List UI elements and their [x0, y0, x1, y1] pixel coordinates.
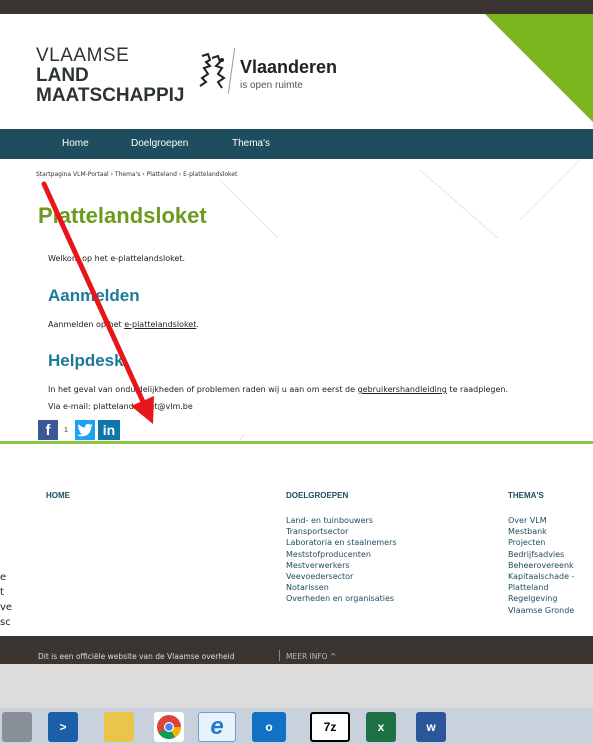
background-window-text: e t ve sc	[0, 572, 13, 628]
word-icon[interactable]: w	[416, 712, 446, 742]
computer-icon[interactable]	[2, 712, 32, 742]
vlm-logo[interactable]: VLAAMSE LAND MAATSCHAPPIJ	[36, 46, 185, 106]
footer-link[interactable]: Over VLM	[508, 515, 574, 526]
footer-link[interactable]: Vlaamse Gronde	[508, 605, 574, 616]
footer-link[interactable]: Meststofproducenten	[286, 549, 397, 560]
footer-themas-list: Over VLM Mestbank Projecten Bedrijfsadvi…	[508, 515, 574, 616]
aanmelden-text: Aanmelden op het e-plattelandsloket.	[48, 320, 199, 329]
footer-link[interactable]: Bedrijfsadvies	[508, 549, 574, 560]
top-bar	[0, 0, 593, 14]
windows-taskbar: > e o 7z x w	[0, 708, 593, 744]
helpdesk-text: In het geval van onduidelijkheden of pro…	[48, 385, 509, 394]
nav-home[interactable]: Home	[62, 138, 89, 149]
aanmelden-heading: Aanmelden	[48, 286, 140, 305]
footer-link[interactable]: Veevoedersector	[286, 571, 397, 582]
footer-link[interactable]: Mestverwerkers	[286, 560, 397, 571]
linkedin-icon[interactable]: in	[98, 420, 120, 440]
footer-link[interactable]: Mestbank	[508, 526, 574, 537]
main-content: Welkom op het e-plattelandsloket. Aanmel…	[38, 238, 593, 434]
intro-text: Welkom op het e-plattelandsloket.	[48, 254, 186, 263]
footer-themas-heading[interactable]: THEMA'S	[508, 491, 544, 500]
official-bar: Dit is een officiële website van de Vlaa…	[0, 636, 593, 664]
file-explorer-icon[interactable]	[104, 712, 134, 742]
green-corner-decoration	[485, 14, 593, 122]
footer-link[interactable]: Notarissen	[286, 582, 397, 593]
vlaanderen-brand[interactable]: Vlaanderen	[240, 57, 337, 78]
internet-explorer-icon[interactable]: e	[198, 712, 236, 742]
facebook-count: 1	[64, 426, 68, 434]
gebruikershandleiding-link[interactable]: gebruikershandleiding	[358, 385, 447, 394]
7zip-icon[interactable]: 7z	[310, 712, 350, 742]
browser-status-area	[0, 664, 593, 708]
footer-doelgroepen-heading[interactable]: DOELGROEPEN	[286, 491, 348, 500]
powershell-icon[interactable]: >	[48, 712, 78, 742]
twitter-icon[interactable]	[75, 420, 95, 440]
footer-link[interactable]: Land- en tuinbouwers	[286, 515, 397, 526]
page-title: Plattelandsloket	[38, 203, 207, 228]
footer-doelgroepen-list: Land- en tuinbouwers Transportsector Lab…	[286, 515, 397, 605]
footer-link[interactable]: Regelgeving	[508, 593, 574, 604]
e-plattelandsloket-link[interactable]: e-plattelandsloket	[124, 320, 196, 329]
breadcrumb[interactable]: Startpagina VLM-Portaal › Thema's › Plat…	[36, 171, 237, 178]
excel-icon[interactable]: x	[366, 712, 396, 742]
logo-line3: MAATSCHAPPIJ	[36, 85, 185, 106]
flemish-lion-icon	[199, 52, 226, 89]
footer-link[interactable]: Kapitaalschade -	[508, 571, 574, 582]
nav-themas[interactable]: Thema's	[232, 138, 270, 149]
footer-link[interactable]: Projecten	[508, 537, 574, 548]
logo-line2: LAND	[36, 65, 89, 86]
footer-link[interactable]: Beheerovereenk	[508, 560, 574, 571]
chrome-icon[interactable]	[154, 712, 184, 742]
green-divider	[0, 441, 593, 444]
facebook-icon[interactable]: f	[38, 420, 58, 440]
helpdesk-heading: Helpdesk	[48, 351, 124, 370]
logo-line1: VLAAMSE	[36, 45, 130, 66]
meer-info-button[interactable]: MEER INFO ^	[286, 652, 336, 661]
footer-link[interactable]: Transportsector	[286, 526, 397, 537]
brand-tagline: is open ruimte	[240, 80, 303, 91]
official-text: Dit is een officiële website van de Vlaa…	[38, 652, 235, 661]
footer-home-heading[interactable]: HOME	[46, 491, 70, 500]
nav-doelgroepen[interactable]: Doelgroepen	[131, 138, 188, 149]
main-nav: Home Doelgroepen Thema's	[0, 129, 593, 159]
footer-link[interactable]: Platteland	[508, 582, 574, 593]
footer-link[interactable]: Overheden en organisaties	[286, 593, 397, 604]
footer-link[interactable]: Laboratoria en staalnemers	[286, 537, 397, 548]
helpdesk-email[interactable]: Via e-mail: plattelandsloket@vlm.be	[48, 402, 193, 411]
outlook-icon[interactable]: o	[252, 712, 286, 742]
